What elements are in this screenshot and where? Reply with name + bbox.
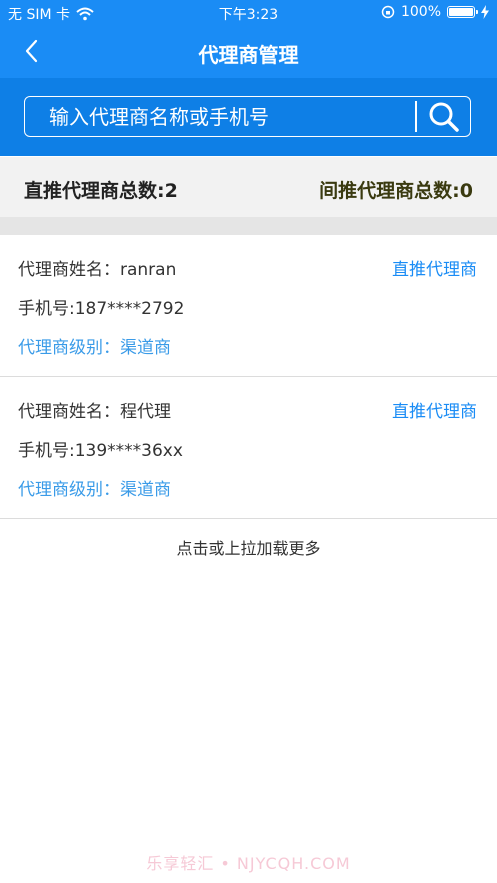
charging-icon [481, 5, 489, 19]
search-box [24, 96, 471, 137]
agent-type-link[interactable]: 直推代理商 [392, 397, 477, 422]
battery-icon [447, 6, 478, 18]
page-title: 代理商管理 [198, 43, 299, 67]
search-divider [415, 101, 417, 132]
watermark: 乐享轻汇 • NJYCQH.COM [146, 854, 351, 873]
rotation-lock-icon [381, 5, 395, 19]
agent-phone: 手机号:187****2792 [18, 299, 185, 319]
agent-phone: 手机号:139****36xx [18, 441, 183, 461]
agent-type-link[interactable]: 直推代理商 [392, 255, 477, 280]
agent-level: 代理商级别：渠道商 [18, 338, 171, 358]
search-icon [429, 102, 459, 132]
indirect-agent-count: 间推代理商总数:0 [319, 180, 473, 202]
agent-list-item[interactable]: 代理商姓名：程代理 直推代理商 手机号:139****36xx 代理商级别：渠道… [0, 377, 497, 519]
agent-level: 代理商级别：渠道商 [18, 480, 171, 500]
status-right: 100% [381, 4, 489, 20]
search-section [0, 78, 497, 156]
load-more-button[interactable]: 点击或上拉加载更多 [0, 535, 497, 559]
agent-count-bar: 直推代理商总数:2 间推代理商总数:0 [0, 157, 497, 217]
agent-list: 代理商姓名：ranran 直推代理商 手机号:187****2792 代理商级别… [0, 235, 497, 519]
section-divider [0, 217, 497, 235]
battery-percent: 100% [400, 4, 441, 20]
direct-agent-count: 直推代理商总数:2 [24, 180, 178, 202]
search-button[interactable] [427, 101, 461, 133]
agent-name: 代理商姓名：程代理 [18, 402, 171, 422]
status-bar: 无 SIM 卡 下午3:23 100% [0, 0, 497, 26]
agent-name: 代理商姓名：ranran [18, 260, 177, 280]
agent-list-item[interactable]: 代理商姓名：ranran 直推代理商 手机号:187****2792 代理商级别… [0, 235, 497, 377]
nav-bar: 代理商管理 [0, 26, 497, 78]
search-input[interactable] [47, 97, 411, 137]
